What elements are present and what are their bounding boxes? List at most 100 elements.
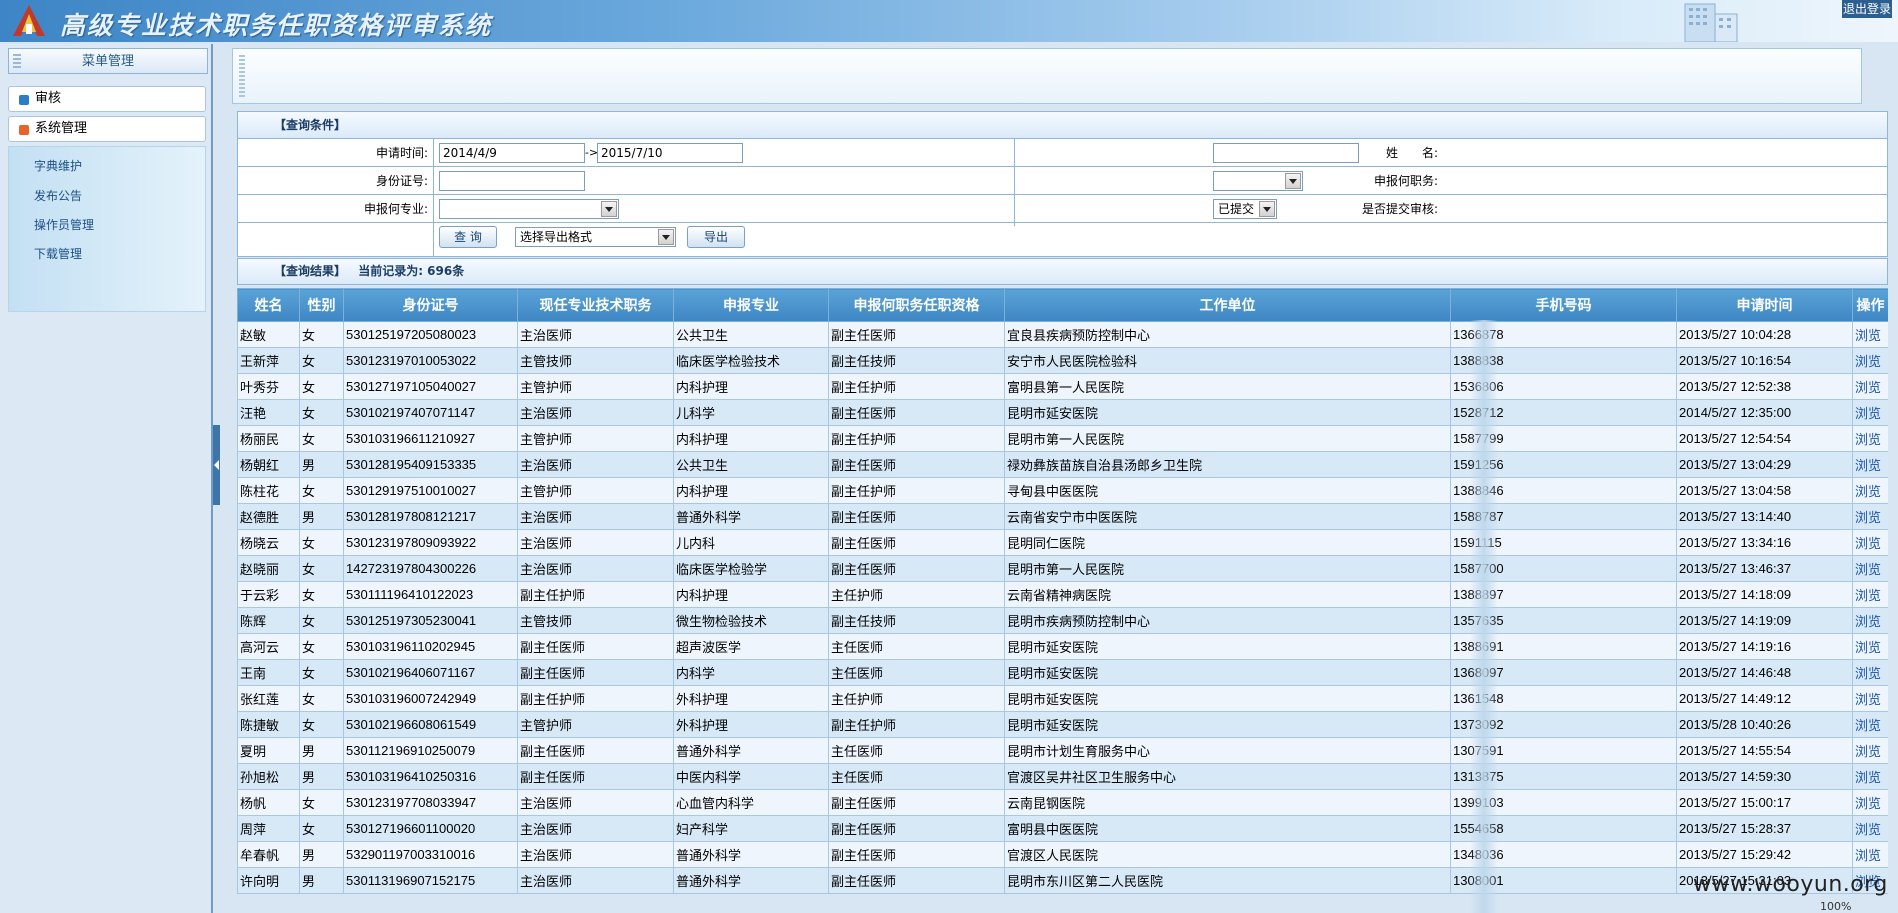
table-cell: 禄劝彝族苗族自治县汤郎乡卫生院 xyxy=(1004,451,1451,478)
table-cell: 530102197407071147 xyxy=(343,399,518,426)
submitted-select[interactable]: 已提交 xyxy=(1213,199,1277,219)
table-cell: 副主任护师 xyxy=(828,711,1005,738)
table-cell: 中医内科学 xyxy=(673,763,829,790)
view-link[interactable]: 浏览 xyxy=(1852,581,1888,608)
view-link[interactable]: 浏览 xyxy=(1852,841,1888,868)
table-cell: 副主任医师 xyxy=(828,555,1005,582)
table-cell: 女 xyxy=(299,425,344,452)
menu-title: 菜单管理 xyxy=(81,54,134,69)
submenu-item-downloads[interactable]: 下载管理 xyxy=(34,245,82,262)
results-table: 姓名 性别 身份证号 现任专业技术职务 申报专业 申报何职务任职资格 工作单位 手机号码 申请时… xyxy=(237,288,1888,894)
table-cell: 副主任医师 xyxy=(828,399,1005,426)
table-cell: 昆明市延安医院 xyxy=(1004,685,1451,712)
view-link[interactable]: 浏览 xyxy=(1852,607,1888,634)
table-cell: 副主任医师 xyxy=(828,867,1005,894)
table-cell: 2013/5/28 10:40:26 xyxy=(1676,711,1853,738)
query-row-date: 申请时间: -> 姓 名: xyxy=(238,139,1887,167)
view-link[interactable]: 浏览 xyxy=(1852,659,1888,686)
table-cell: 530127196601100020 xyxy=(343,815,518,842)
table-cell: 530127197105040027 xyxy=(343,373,518,400)
table-cell: 汪艳 xyxy=(237,399,300,426)
table-cell: 王南 xyxy=(237,659,300,686)
table-cell: 女 xyxy=(299,477,344,504)
view-link[interactable]: 浏览 xyxy=(1852,685,1888,712)
table-cell: 昆明市延安医院 xyxy=(1004,711,1451,738)
table-cell: 外科护理 xyxy=(673,711,829,738)
table-cell: 女 xyxy=(299,399,344,426)
menu-group-review[interactable]: 审核 xyxy=(8,86,206,112)
column-header: 手机号码 xyxy=(1450,288,1677,322)
view-link[interactable]: 浏览 xyxy=(1852,815,1888,842)
table-cell: 532901197003310016 xyxy=(343,841,518,868)
column-header: 身份证号 xyxy=(343,288,518,322)
toolbar-area xyxy=(232,48,1862,104)
table-cell: 内科护理 xyxy=(673,581,829,608)
table-cell: 2013/5/27 10:04:28 xyxy=(1676,321,1853,348)
table-cell: 2014/5/27 12:35:00 xyxy=(1676,399,1853,426)
table-cell: 普通外科学 xyxy=(673,737,829,764)
view-link[interactable]: 浏览 xyxy=(1852,425,1888,452)
submenu-item-dictionary[interactable]: 字典维护 xyxy=(34,157,82,174)
submitted-select-value: 已提交 xyxy=(1218,202,1255,216)
table-cell: 微生物检验技术 xyxy=(673,607,829,634)
view-link[interactable]: 浏览 xyxy=(1852,711,1888,738)
table-cell: 副主任技师 xyxy=(828,607,1005,634)
table-cell: 官渡区吴井社区卫生服务中心 xyxy=(1004,763,1451,790)
date-label: 申请时间: xyxy=(375,146,428,160)
view-link[interactable]: 浏览 xyxy=(1852,451,1888,478)
redaction-mask xyxy=(1470,320,1498,913)
table-cell: 530123197708033947 xyxy=(343,789,518,816)
table-cell: 副主任医师 xyxy=(517,659,674,686)
table-row: 牟春帆男 532901197003310016 主治医师 普通外科学 副主任医师 官渡区人… xyxy=(237,841,1888,868)
view-link[interactable]: 浏览 xyxy=(1852,321,1888,348)
table-row: 叶秀芬女 530127197105040027 主管护师 内科护理 副主任护师 富明县第一… xyxy=(237,373,1888,400)
view-link[interactable]: 浏览 xyxy=(1852,763,1888,790)
logo-icon xyxy=(13,5,45,36)
date-from-input[interactable] xyxy=(439,143,585,163)
search-button[interactable]: 查 询 xyxy=(439,226,497,248)
table-cell: 2013/5/27 14:49:12 xyxy=(1676,685,1853,712)
submenu-item-operators[interactable]: 操作员管理 xyxy=(34,216,94,233)
view-link[interactable]: 浏览 xyxy=(1852,633,1888,660)
table-cell: 副主任医师 xyxy=(828,503,1005,530)
view-link[interactable]: 浏览 xyxy=(1852,789,1888,816)
name-input[interactable] xyxy=(1213,143,1359,163)
specialty-select[interactable] xyxy=(439,199,619,219)
view-link[interactable]: 浏览 xyxy=(1852,477,1888,504)
position-select[interactable] xyxy=(1213,171,1303,191)
collapse-arrow-icon xyxy=(214,460,219,470)
chevron-down-icon xyxy=(601,201,617,217)
menu-group-system[interactable]: 系统管理 xyxy=(8,116,206,142)
logout-button[interactable]: 退出登录 xyxy=(1842,0,1892,18)
view-link[interactable]: 浏览 xyxy=(1852,503,1888,530)
view-link[interactable]: 浏览 xyxy=(1852,529,1888,556)
table-cell: 临床医学检验学 xyxy=(673,555,829,582)
table-cell: 主治医师 xyxy=(517,867,674,894)
view-link[interactable]: 浏览 xyxy=(1852,373,1888,400)
view-link[interactable]: 浏览 xyxy=(1852,555,1888,582)
table-cell: 高河云 xyxy=(237,633,300,660)
view-link[interactable]: 浏览 xyxy=(1852,347,1888,374)
table-cell: 女 xyxy=(299,685,344,712)
table-cell: 530103196110202945 xyxy=(343,633,518,660)
view-link[interactable]: 浏览 xyxy=(1852,737,1888,764)
submenu-item-announcement[interactable]: 发布公告 xyxy=(34,187,82,204)
sidebar-toggle[interactable] xyxy=(213,425,220,505)
query-row-actions: 查 询 选择导出格式 导出 xyxy=(238,223,1887,257)
table-cell: 公共卫生 xyxy=(673,321,829,348)
id-input[interactable] xyxy=(439,171,585,191)
table-cell: 主治医师 xyxy=(517,841,674,868)
table-row: 许向明男 530113196907152175 主治医师 普通外科学 副主任医师 昆明市东… xyxy=(237,867,1888,894)
table-cell: 530112196910250079 xyxy=(343,737,518,764)
date-to-input[interactable] xyxy=(597,143,743,163)
table-cell: 男 xyxy=(299,737,344,764)
table-cell: 寻甸县中医医院 xyxy=(1004,477,1451,504)
table-cell: 2013/5/27 14:46:48 xyxy=(1676,659,1853,686)
view-link[interactable]: 浏览 xyxy=(1852,399,1888,426)
export-button[interactable]: 导出 xyxy=(687,226,745,248)
menu-group-label: 系统管理 xyxy=(35,121,88,136)
export-format-select[interactable]: 选择导出格式 xyxy=(515,227,676,247)
table-cell: 主治医师 xyxy=(517,529,674,556)
table-row: 赵德胜男 530128197808121217 主治医师 普通外科学 副主任医师 云南省安… xyxy=(237,503,1888,530)
table-cell: 昆明市第一人民医院 xyxy=(1004,425,1451,452)
